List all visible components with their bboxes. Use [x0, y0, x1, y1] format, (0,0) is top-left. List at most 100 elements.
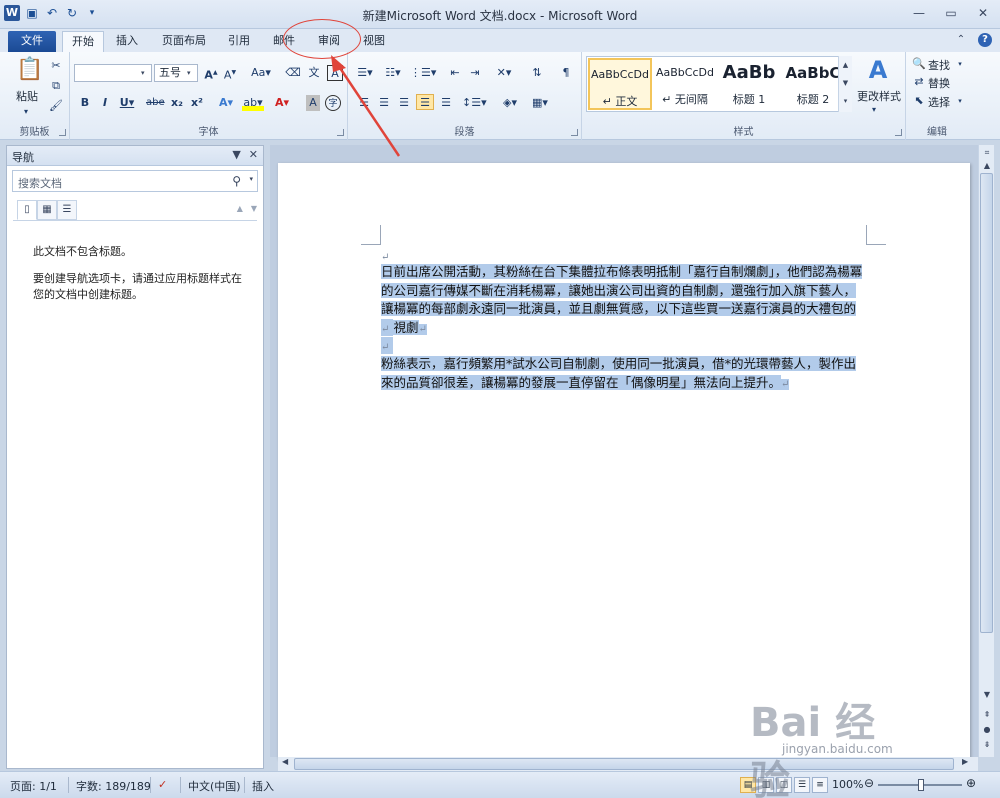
search-icon[interactable]: ⚲: [232, 174, 241, 188]
shading-icon[interactable]: ◈▾: [498, 95, 522, 111]
nav-menu-icon[interactable]: ▼: [232, 148, 240, 161]
highlight-icon[interactable]: ab▾: [242, 95, 264, 111]
browse-pages-icon[interactable]: ▦: [37, 200, 57, 220]
sort-icon[interactable]: ⇅: [528, 65, 546, 81]
multilevel-list-icon[interactable]: ⋮☰▾: [410, 65, 436, 81]
next-page-icon[interactable]: ⇟: [981, 740, 993, 749]
font-name-combo[interactable]: ▾: [74, 64, 152, 82]
copy-icon[interactable]: ⧉: [48, 78, 64, 94]
italic-icon[interactable]: I: [98, 95, 112, 111]
minimize-icon[interactable]: —: [910, 6, 928, 22]
bullets-icon[interactable]: ☰▾: [354, 65, 376, 81]
vertical-scroll-thumb[interactable]: [980, 173, 993, 633]
clear-formatting-icon[interactable]: ⌫: [285, 65, 301, 81]
font-size-dropdown-icon[interactable]: ▾: [187, 65, 196, 81]
find-dropdown-icon[interactable]: ▾: [956, 56, 964, 72]
proofing-icon[interactable]: ✓: [158, 778, 167, 791]
close-icon[interactable]: ✕: [974, 6, 992, 22]
subscript-icon[interactable]: x₂: [169, 95, 185, 111]
numbering-icon[interactable]: ☷▾: [382, 65, 404, 81]
find-icon[interactable]: 🔍: [912, 56, 926, 72]
tab-file[interactable]: 文件: [8, 31, 56, 52]
chinese-layout-icon[interactable]: ✕▾: [492, 65, 516, 81]
change-styles-icon[interactable]: A: [864, 56, 892, 84]
paragraph-launcher-icon[interactable]: [571, 129, 578, 136]
ruler-toggle-icon[interactable]: ⌗: [981, 148, 993, 158]
change-case-icon[interactable]: Aa▾: [250, 65, 272, 81]
nav-next-icon[interactable]: ▼: [251, 204, 257, 213]
change-styles-dropdown-icon[interactable]: ▾: [872, 102, 876, 118]
nav-search-input[interactable]: 搜索文档 ⚲ ▾: [12, 170, 258, 192]
distributed-icon[interactable]: ☰: [438, 95, 454, 111]
scroll-left-icon[interactable]: ◀: [282, 757, 288, 766]
nav-arrows: ▲ ▼: [237, 204, 257, 213]
tab-home[interactable]: 开始: [62, 31, 104, 52]
paragraph-2[interactable]: 粉絲表示，嘉行頻繁用*試水公司自制劇，使用同一批演員，借*的光環帶藝人，製作出來…: [381, 355, 868, 394]
zoom-in-icon[interactable]: ⊕: [966, 776, 976, 790]
grow-font-icon[interactable]: A▲: [204, 65, 218, 82]
browse-results-icon[interactable]: ☰: [57, 200, 77, 220]
scroll-down-icon[interactable]: ▼: [981, 690, 993, 699]
align-right-icon[interactable]: ☰: [396, 95, 412, 111]
superscript-icon[interactable]: x²: [189, 95, 205, 111]
search-dropdown-icon[interactable]: ▾: [249, 175, 253, 183]
zoom-slider-knob[interactable]: [918, 779, 924, 791]
phonetic-guide-icon[interactable]: 文: [306, 65, 322, 81]
character-border-icon[interactable]: A: [327, 65, 343, 81]
enclose-characters-icon[interactable]: 字: [325, 95, 341, 111]
cut-icon[interactable]: ✂: [48, 58, 64, 74]
collapse-ribbon-icon[interactable]: ⌃: [954, 33, 968, 47]
scroll-up-icon[interactable]: ▲: [981, 161, 993, 170]
select-icon[interactable]: ⬉: [912, 93, 926, 109]
language-indicator[interactable]: 中文(中国): [188, 778, 241, 794]
underline-icon[interactable]: U▾: [118, 95, 136, 111]
paste-dropdown-icon[interactable]: ▾: [24, 104, 28, 120]
select-browse-object-icon[interactable]: ●: [981, 725, 993, 734]
window-title: 新建Microsoft Word 文档.docx - Microsoft Wor…: [362, 9, 638, 23]
show-formatting-marks-icon[interactable]: ¶: [558, 65, 574, 81]
replace-icon[interactable]: ⇄: [912, 74, 926, 90]
format-painter-icon[interactable]: 🖌: [48, 98, 64, 114]
align-center-icon[interactable]: ☰: [376, 95, 392, 111]
justify-icon[interactable]: ☰: [416, 94, 434, 110]
nav-prev-icon[interactable]: ▲: [237, 204, 243, 213]
restore-icon[interactable]: ▭: [942, 6, 960, 22]
find-button[interactable]: 查找: [928, 57, 950, 73]
document-page[interactable]: ↵ 日前出席公開活動，其粉絲在台下集體拉布條表明抵制「嘉行自制爛劇」，他們認為楊…: [278, 163, 970, 759]
browse-headings-icon[interactable]: ▯: [17, 200, 37, 220]
text-effects-icon[interactable]: A▾: [216, 95, 236, 111]
paste-button[interactable]: 粘贴: [16, 88, 38, 104]
font-size-combo[interactable]: 五号 ▾: [154, 64, 198, 82]
borders-icon[interactable]: ▦▾: [528, 95, 552, 111]
select-button[interactable]: 选择: [928, 94, 950, 110]
nav-close-icon[interactable]: ✕: [249, 148, 258, 161]
help-icon[interactable]: ?: [978, 33, 992, 47]
vertical-scrollbar[interactable]: ⌗ ▲ ▼ ⇞ ● ⇟: [978, 145, 994, 757]
strikethrough-icon[interactable]: abe: [146, 95, 165, 111]
tab-insert[interactable]: 插入: [107, 31, 147, 52]
bold-icon[interactable]: B: [78, 95, 92, 111]
tab-page-layout[interactable]: 页面布局: [153, 31, 215, 52]
font-color-icon[interactable]: A▾: [272, 95, 292, 111]
character-shading-icon[interactable]: A: [306, 95, 320, 111]
tab-references[interactable]: 引用: [219, 31, 259, 52]
baidu-watermark-logo: Bai 经验 jingyan.baidu.com: [750, 690, 900, 798]
previous-page-icon[interactable]: ⇞: [981, 710, 993, 719]
replace-button[interactable]: 替换: [928, 75, 950, 91]
decrease-indent-icon[interactable]: ⇤: [446, 65, 464, 81]
font-launcher-icon[interactable]: [337, 129, 344, 136]
change-styles-button[interactable]: 更改样式: [857, 88, 901, 104]
align-left-icon[interactable]: ☰: [356, 95, 372, 111]
page-count[interactable]: 页面: 1/1: [10, 778, 57, 794]
styles-launcher-icon[interactable]: [895, 129, 902, 136]
font-name-dropdown-icon[interactable]: ▾: [141, 65, 150, 81]
word-count[interactable]: 字数: 189/189: [76, 778, 151, 794]
paste-icon[interactable]: 📋: [16, 56, 43, 84]
shrink-font-icon[interactable]: A▼: [223, 65, 237, 82]
line-spacing-icon[interactable]: ↕☰▾: [462, 95, 487, 111]
select-dropdown-icon[interactable]: ▾: [956, 93, 964, 109]
increase-indent-icon[interactable]: ⇥: [466, 65, 484, 81]
scroll-right-icon[interactable]: ▶: [962, 757, 968, 766]
clipboard-launcher-icon[interactable]: [59, 129, 66, 136]
insert-mode-indicator[interactable]: 插入: [252, 778, 274, 794]
